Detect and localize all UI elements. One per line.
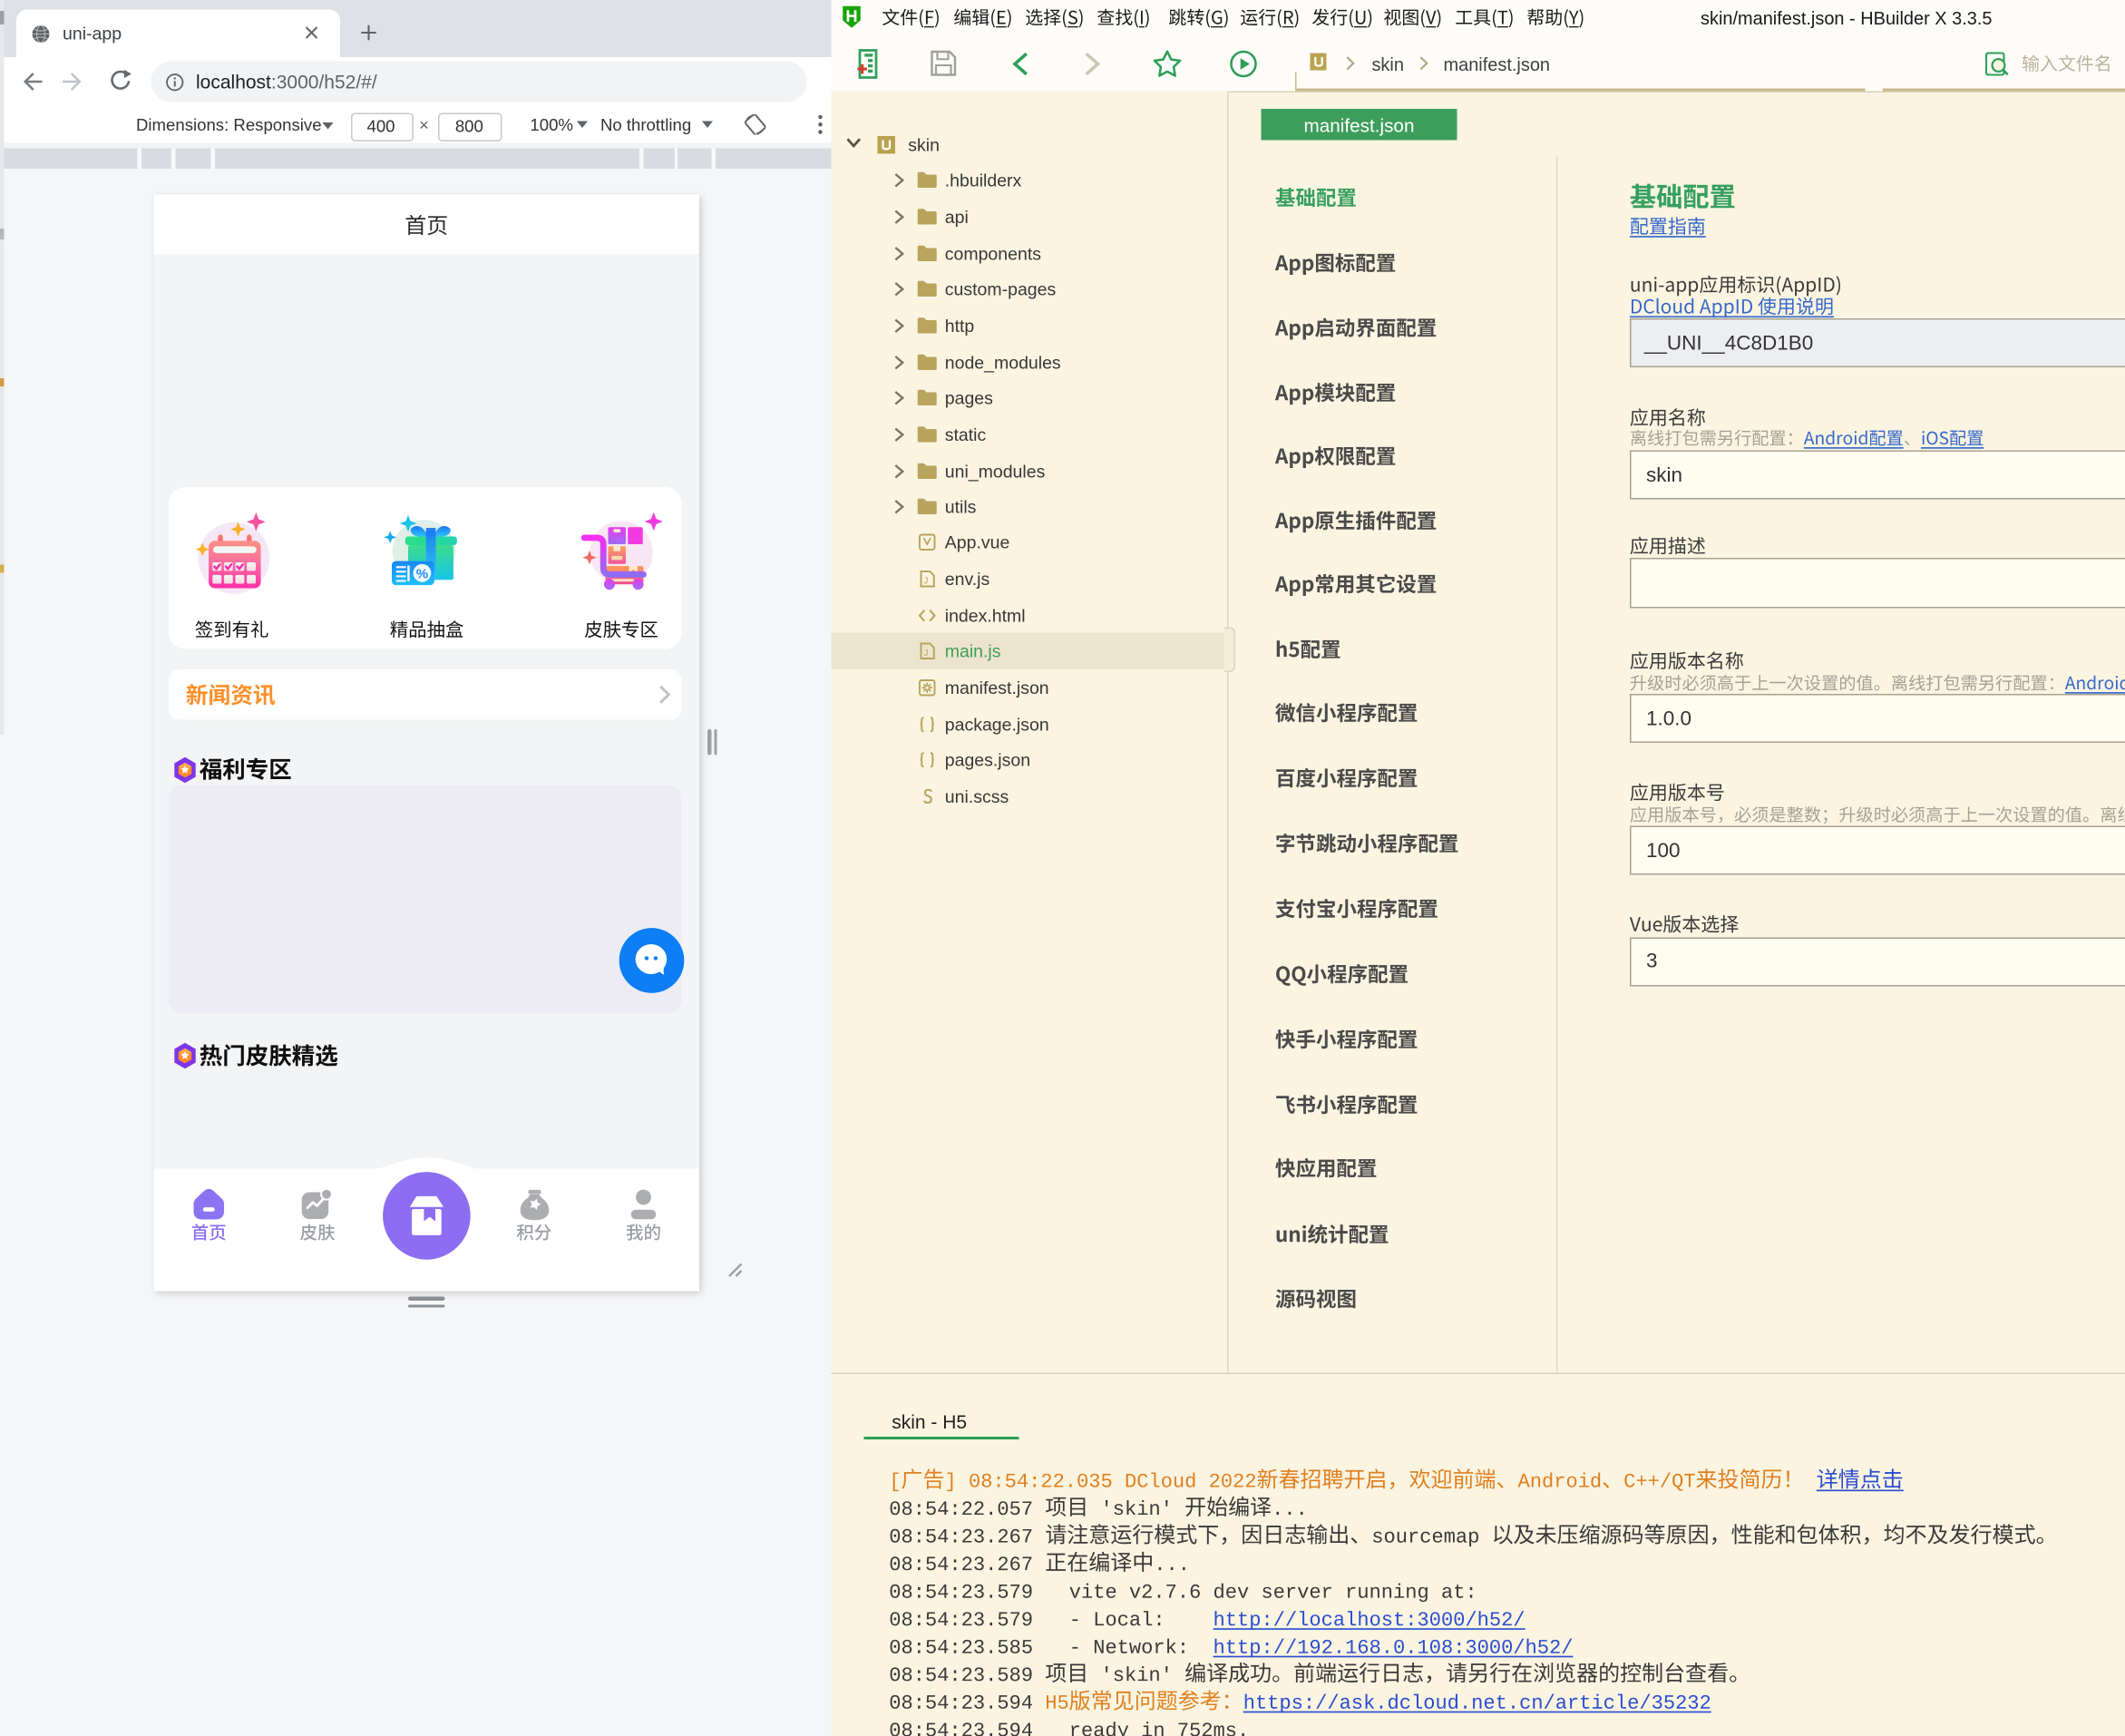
svg-text:%: % [416,567,428,582]
svg-text:J: J [924,649,929,658]
svg-text:J: J [924,576,929,586]
